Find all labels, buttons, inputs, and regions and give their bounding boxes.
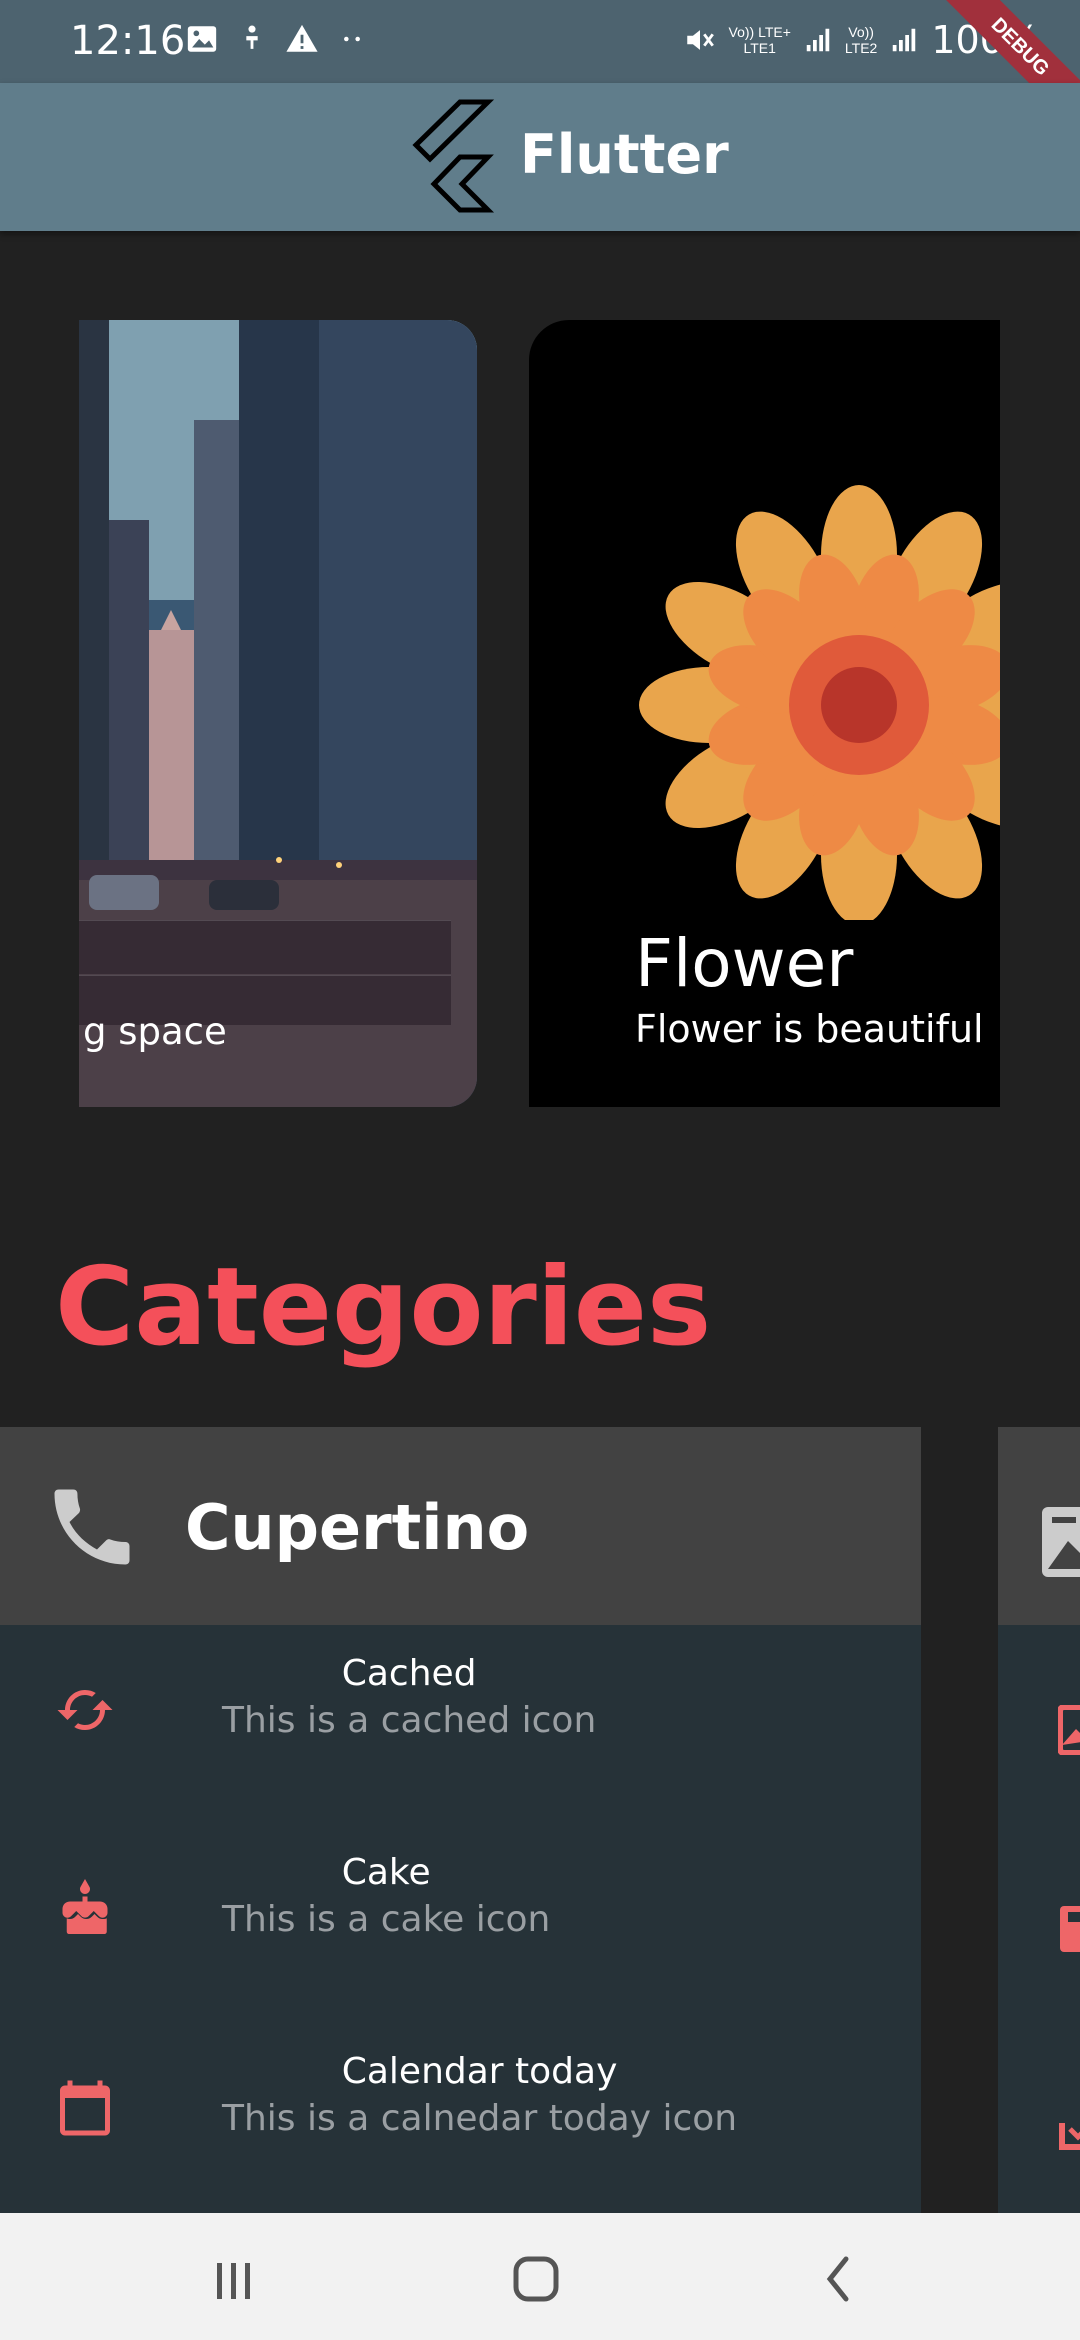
signal-icon xyxy=(893,28,916,52)
list-item-text: Calendar today This is a calnedar today … xyxy=(222,2051,737,2139)
categories-heading: Categories xyxy=(55,1245,712,1370)
mute-icon xyxy=(686,30,714,50)
calendar-today-icon xyxy=(60,2080,110,2136)
carousel-card-city[interactable]: g space xyxy=(79,320,477,1107)
warning-icon xyxy=(286,24,318,52)
list-item[interactable]: Calendar today This is a calnedar today … xyxy=(0,2023,921,2213)
more-dots-icon xyxy=(344,36,360,42)
list-item-subtitle: This is a cake icon xyxy=(222,1899,551,1940)
carousel-card-flower[interactable]: Flower Flower is beautiful xyxy=(529,320,1000,1107)
network-label-2: Vo)) LTE2 xyxy=(844,24,878,56)
category-card-header[interactable] xyxy=(998,1427,1080,1625)
carousel-caption: g space xyxy=(83,1010,227,1053)
list-item-title: Cake xyxy=(341,1852,431,1893)
list-item-title: Cached xyxy=(341,1653,477,1694)
status-bar: 12:16 Vo)) LTE+ LTE1 Vo)) LTE2 100% DEBU… xyxy=(0,0,1080,132)
list-item-text: Cake This is a cake icon xyxy=(222,1852,550,1940)
cached-icon xyxy=(57,1690,113,1730)
category-card-cupertino[interactable]: Cupertino Cached This is a cached icon C… xyxy=(0,1427,921,2213)
list-item-subtitle: This is a calnedar today icon xyxy=(222,2098,738,2139)
signal-icon xyxy=(806,28,830,52)
network-label-1: Vo)) LTE+ LTE1 xyxy=(728,24,791,56)
phone-icon xyxy=(54,1489,130,1565)
image-carousel[interactable]: g space Flower Flower is beautiful xyxy=(0,320,1080,1107)
category-title: Cupertino xyxy=(185,1491,530,1564)
app-bar: Flutter xyxy=(0,83,1080,231)
recent-apps-icon[interactable] xyxy=(133,2213,333,2340)
app-title: Flutter xyxy=(520,123,729,186)
list-item-title: Calendar today xyxy=(341,2051,618,2092)
status-notification-icons xyxy=(185,22,369,56)
image-icon xyxy=(1042,1507,1080,1577)
list-item[interactable]: Cake This is a cake icon xyxy=(0,1824,921,2014)
image-icon xyxy=(187,26,217,52)
status-time: 12:16 xyxy=(70,18,186,64)
flutter-logo-icon xyxy=(412,99,495,213)
caption-background xyxy=(79,920,451,974)
orange-dahlia-photo xyxy=(639,485,1000,920)
list-item-text: Cached This is a cached icon xyxy=(222,1653,596,1741)
cake-icon xyxy=(62,1879,108,1934)
download-icon xyxy=(1059,2123,1080,2150)
accessibility-icon xyxy=(246,25,258,49)
image-icon xyxy=(1058,1705,1080,1755)
carousel-caption: Flower is beautiful xyxy=(635,1007,984,1051)
category-card-next[interactable] xyxy=(998,1427,1080,2213)
category-card-header[interactable]: Cupertino xyxy=(0,1427,921,1625)
back-icon[interactable] xyxy=(738,2213,938,2340)
home-icon[interactable] xyxy=(436,2213,636,2340)
system-navigation-bar xyxy=(0,2213,1080,2340)
carousel-title: Flower xyxy=(635,925,854,1002)
list-item-subtitle: This is a cached icon xyxy=(222,1700,597,1741)
save-icon xyxy=(1060,1906,1080,1952)
list-item[interactable]: Cached This is a cached icon xyxy=(0,1625,921,1815)
